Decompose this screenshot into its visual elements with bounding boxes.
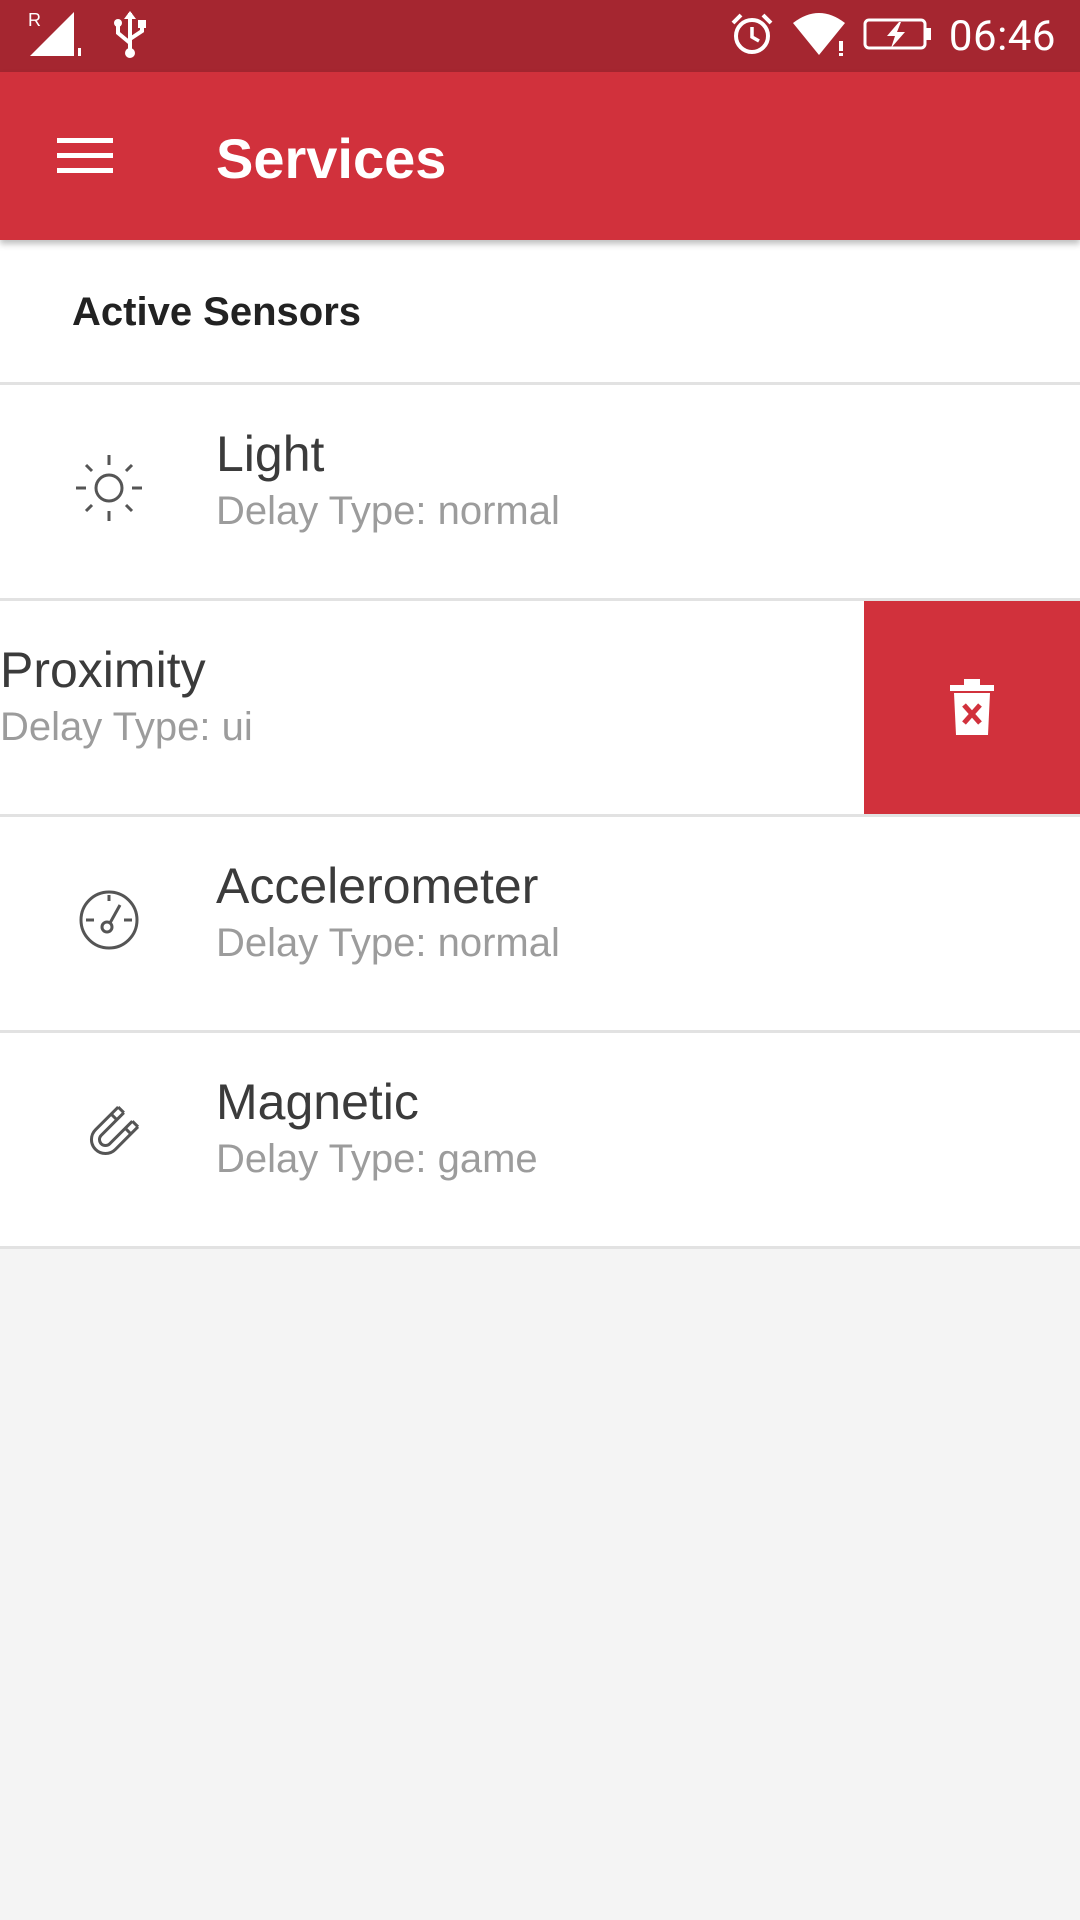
section-header: Active Sensors: [0, 240, 1080, 385]
status-bar: R 06:46: [0, 0, 1080, 72]
sensor-list: Active Sensors Light Delay Type: normal: [0, 240, 1080, 1249]
sensor-name: Magnetic: [216, 1074, 419, 1130]
sensor-delay: Delay Type: normal: [216, 489, 560, 533]
battery-charging-icon: [863, 14, 933, 58]
clock: 06:46: [948, 11, 1056, 61]
delete-icon: [950, 679, 994, 739]
usb-icon: [112, 9, 148, 63]
sensor-delay: Delay Type: game: [216, 1137, 538, 1181]
alarm-icon: [729, 11, 775, 61]
sensor-item-magnetic[interactable]: Magnetic Delay Type: game: [0, 1033, 1080, 1249]
section-title: Active Sensors: [72, 290, 362, 334]
sensor-name: Accelerometer: [216, 858, 539, 914]
delete-button[interactable]: [864, 601, 1080, 814]
gauge-icon: [72, 883, 146, 957]
sensor-delay: Delay Type: normal: [216, 921, 560, 965]
sensor-name: Light: [216, 426, 325, 482]
signal-roaming-icon: R: [26, 8, 90, 64]
sensor-item-accelerometer[interactable]: Accelerometer Delay Type: normal: [0, 817, 1080, 1033]
sun-icon: [72, 451, 146, 525]
hamburger-menu-icon[interactable]: [40, 116, 130, 196]
wifi-icon: [791, 11, 847, 61]
app-bar: Services: [0, 72, 1080, 240]
magnet-icon: [72, 1099, 146, 1173]
sensor-name: Proximity: [0, 642, 206, 698]
svg-text:R: R: [28, 10, 41, 30]
sensor-item-light[interactable]: Light Delay Type: normal: [0, 385, 1080, 601]
sensor-item-proximity[interactable]: Proximity Delay Type: ui: [0, 601, 1080, 817]
sensor-delay: Delay Type: ui: [0, 705, 253, 749]
page-title: Services: [216, 127, 447, 190]
